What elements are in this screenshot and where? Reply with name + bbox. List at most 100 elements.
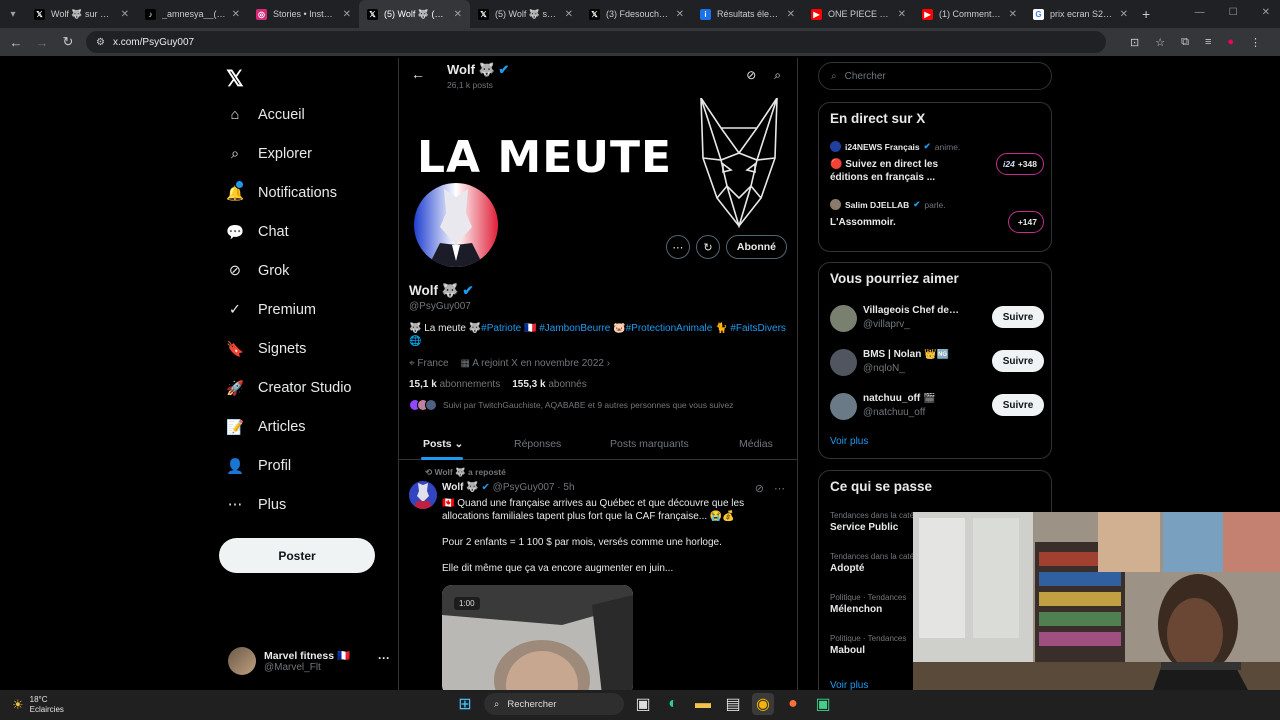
nav-item-creator-studio[interactable]: 🚀 Creator Studio bbox=[226, 379, 352, 397]
live-space[interactable]: i24NEWS Français ✔ anime. 🔴 Suivez en direc… bbox=[830, 141, 1044, 184]
forward-icon[interactable]: → bbox=[34, 35, 50, 50]
grok-icon[interactable]: ⊘ bbox=[746, 68, 756, 83]
extensions-icon[interactable]: ⧉ bbox=[1181, 36, 1189, 49]
firefox-icon[interactable]: ● bbox=[782, 693, 804, 715]
browser-tab[interactable]: 𝕏 (5) Wolf 🐺 sur X ✕ bbox=[470, 0, 581, 28]
edge-icon[interactable]: ◐ bbox=[662, 693, 684, 715]
nav-item-articles[interactable]: 📝 Articles bbox=[226, 418, 306, 436]
hashtag-link[interactable]: #JambonBeurre bbox=[539, 323, 610, 334]
browser-tab[interactable]: ◎ Stories • Instagram ✕ bbox=[248, 0, 359, 28]
suggestion-item[interactable]: natchuu_off 🎬 @natchuu_off Suivre bbox=[830, 391, 1044, 421]
weather-widget[interactable]: ☀ 18°C Eclaircies bbox=[12, 695, 64, 715]
profile-bio: 🐺 La meute 🐺#Patriote 🇫🇷 #JambonBeurre 🐷… bbox=[409, 322, 789, 348]
profile-avatar[interactable] bbox=[411, 180, 501, 270]
more-icon[interactable]: ⋯ bbox=[774, 482, 785, 495]
taskbar-search[interactable]: ⌕ Rechercher bbox=[484, 693, 624, 715]
close-tab-icon[interactable]: ✕ bbox=[1009, 9, 1017, 20]
account-handle: @Marvel_Flt bbox=[264, 662, 321, 673]
nav-item-explorer[interactable]: ⌕ Explorer bbox=[226, 145, 312, 163]
browser-tab[interactable]: 𝕏 (5) Wolf 🐺 (@Ps ✕ bbox=[359, 0, 470, 28]
close-tab-icon[interactable]: ✕ bbox=[343, 9, 351, 20]
menu-icon[interactable]: ⋮ bbox=[1250, 36, 1261, 49]
store-icon[interactable]: ▤ bbox=[722, 693, 744, 715]
windows-start-icon[interactable]: ⊞ bbox=[454, 693, 476, 715]
tweet-avatar[interactable] bbox=[409, 481, 437, 509]
account-switcher[interactable]: Marvel fitness 🇫🇷 @Marvel_Flt ··· bbox=[228, 645, 398, 677]
tab-posts[interactable]: Posts ⌄ bbox=[423, 438, 463, 450]
maximize-icon[interactable]: ☐ bbox=[1229, 7, 1238, 18]
search-input[interactable]: ⌕ Chercher bbox=[818, 62, 1052, 90]
address-bar[interactable]: ⚙ x.com/PsyGuy007 bbox=[86, 31, 1106, 53]
account-name: Marvel fitness 🇫🇷 bbox=[264, 650, 351, 662]
new-tab-button[interactable]: + bbox=[1142, 6, 1150, 22]
nav-item-notifications[interactable]: 🔔 Notifications bbox=[226, 180, 337, 202]
tweet-video[interactable]: 1:00 bbox=[442, 585, 633, 690]
close-tab-icon[interactable]: ✕ bbox=[454, 9, 462, 20]
suggestion-item[interactable]: Villageois Chef de Hoe... @villaprv_ Suivr… bbox=[830, 303, 1044, 333]
see-more-link[interactable]: Voir plus bbox=[830, 436, 868, 447]
close-tab-icon[interactable]: ✕ bbox=[1120, 9, 1128, 20]
tab-replies[interactable]: Réponses bbox=[514, 438, 561, 450]
nav-item-plus[interactable]: ⋯ Plus bbox=[226, 496, 286, 514]
close-window-icon[interactable]: ✕ bbox=[1262, 7, 1270, 18]
x-logo-icon[interactable]: 𝕏 bbox=[226, 66, 244, 92]
close-tab-icon[interactable]: ✕ bbox=[565, 9, 573, 20]
following-link[interactable]: 15,1 k abonnements bbox=[409, 379, 500, 390]
app-icon[interactable]: ▣ bbox=[812, 693, 834, 715]
hashtag-link[interactable]: #ProtectionAnimale bbox=[626, 323, 713, 334]
file-explorer-icon[interactable]: ▬ bbox=[692, 693, 714, 715]
chat-icon: 💬 bbox=[225, 224, 245, 241]
suggestion-item[interactable]: BMS | Nolan 👑🆖 @nqloN_ Suivre bbox=[830, 347, 1044, 377]
listener-count-pill[interactable]: i24 +348 bbox=[996, 153, 1044, 175]
chrome-icon[interactable]: ◉ bbox=[752, 693, 774, 715]
more-icon[interactable]: ··· bbox=[378, 651, 390, 665]
browser-tab[interactable]: ▶ ONE PIECE 1181 ✕ bbox=[803, 0, 914, 28]
browser-tab[interactable]: 𝕏 (3) Fdesouche.com ✕ bbox=[581, 0, 692, 28]
followed-by[interactable]: Suivi par TwitchGauchiste, AQABABE et 9 … bbox=[409, 399, 733, 411]
close-tab-icon[interactable]: ✕ bbox=[676, 9, 684, 20]
close-tab-icon[interactable]: ✕ bbox=[232, 9, 240, 20]
nav-item-profil[interactable]: 👤 Profil bbox=[226, 457, 291, 475]
back-icon[interactable]: ← bbox=[8, 35, 24, 50]
following-button[interactable]: Abonné bbox=[725, 235, 787, 259]
install-icon[interactable]: ⊡ bbox=[1130, 36, 1139, 49]
tab-highlights[interactable]: Posts marquants bbox=[610, 438, 689, 450]
nav-item-premium[interactable]: ✓ Premium bbox=[226, 301, 316, 319]
browser-tab[interactable]: i Résultats élection ✕ bbox=[692, 0, 803, 28]
tab-list-button[interactable]: ▾ bbox=[0, 0, 26, 28]
nav-item-signets[interactable]: 🔖 Signets bbox=[226, 340, 306, 358]
follow-button[interactable]: Suivre bbox=[992, 394, 1044, 416]
hashtag-link[interactable]: #Patriote bbox=[481, 323, 521, 334]
site-info-icon[interactable]: ⚙ bbox=[96, 37, 105, 48]
close-tab-icon[interactable]: ✕ bbox=[898, 9, 906, 20]
browser-profile-icon[interactable]: ● bbox=[1227, 36, 1234, 49]
chevron-down-icon: ⌄ bbox=[454, 438, 464, 450]
subscribe-icon[interactable]: ↻ bbox=[695, 235, 720, 259]
listener-count-pill[interactable]: +147 bbox=[1007, 211, 1044, 233]
live-space[interactable]: Salim DJELLAB ✔ parle. L'Assommoir. +147 bbox=[830, 199, 1044, 233]
follow-button[interactable]: Suivre bbox=[992, 306, 1044, 328]
browser-tab[interactable]: Gprix ecran S23 - R ✕ bbox=[1025, 0, 1136, 28]
browser-tab[interactable]: ♪ _amnesya__(@_a ✕ bbox=[137, 0, 248, 28]
star-icon[interactable]: ☆ bbox=[1155, 36, 1165, 49]
nav-item-accueil[interactable]: ⌂ Accueil bbox=[226, 106, 305, 124]
reload-icon[interactable]: ↻ bbox=[60, 34, 76, 50]
hashtag-link[interactable]: #FaitsDivers bbox=[730, 323, 786, 334]
close-tab-icon[interactable]: ✕ bbox=[787, 9, 795, 20]
grok-icon[interactable]: ⊘ bbox=[755, 482, 764, 495]
tab-media[interactable]: Médias bbox=[739, 438, 773, 450]
follow-button[interactable]: Suivre bbox=[992, 350, 1044, 372]
close-tab-icon[interactable]: ✕ bbox=[121, 9, 129, 20]
minimize-icon[interactable]: — bbox=[1195, 7, 1205, 18]
search-icon[interactable]: ⌕ bbox=[774, 68, 781, 83]
browser-tab[interactable]: 𝕏 Wolf 🐺 sur X : "« ✕ bbox=[26, 0, 137, 28]
followers-link[interactable]: 155,3 k abonnés bbox=[512, 379, 587, 390]
more-options-icon[interactable]: ⋯ bbox=[665, 235, 690, 259]
post-button[interactable]: Poster bbox=[219, 538, 375, 573]
nav-item-grok[interactable]: ⊘ Grok bbox=[226, 262, 290, 280]
browser-tab[interactable]: ▶ (1) Comment répa ✕ bbox=[914, 0, 1025, 28]
back-arrow-icon[interactable]: ← bbox=[411, 66, 425, 82]
nav-item-chat[interactable]: 💬 Chat bbox=[226, 223, 289, 241]
task-view-icon[interactable]: ▣ bbox=[632, 693, 654, 715]
media-icon[interactable]: ≡ bbox=[1205, 36, 1211, 49]
